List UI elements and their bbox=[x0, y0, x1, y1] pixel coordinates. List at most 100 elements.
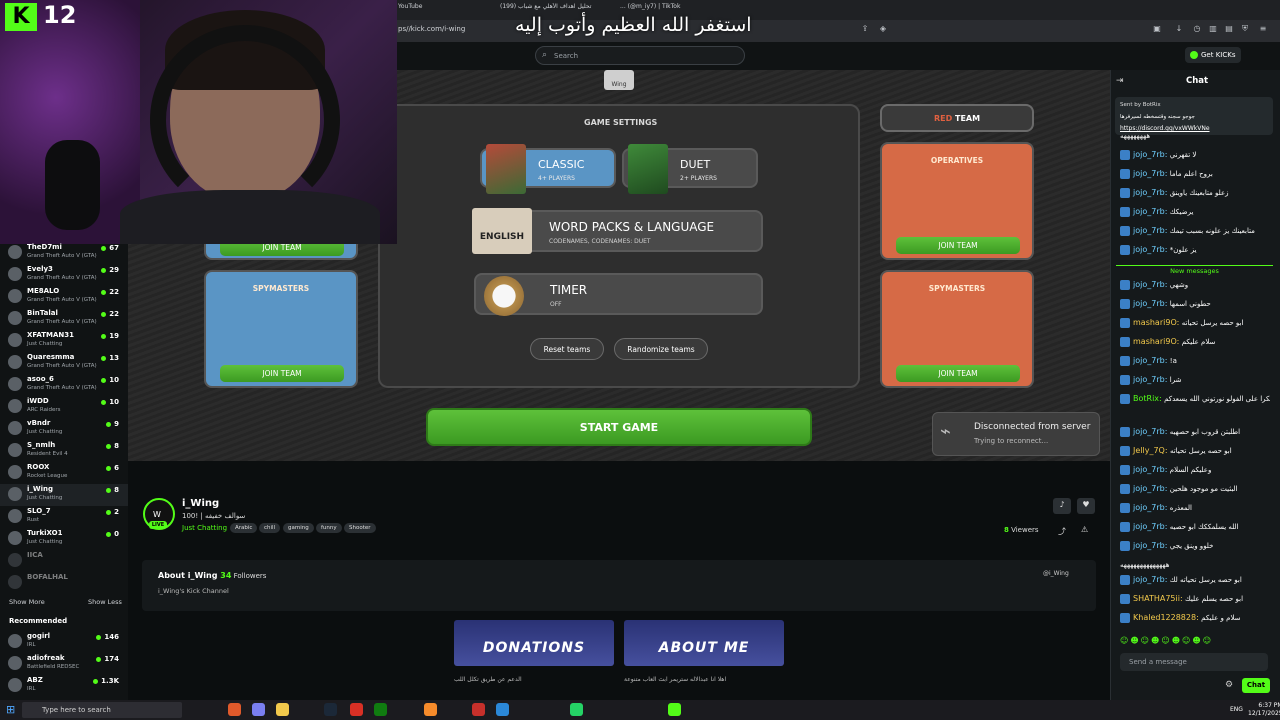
sidebar-channel[interactable]: TurkiXO1 Just Chatting 0 bbox=[0, 528, 128, 550]
chat-username[interactable]: jojo_7rb: bbox=[1133, 575, 1167, 584]
tag[interactable]: chill bbox=[259, 523, 281, 533]
get-kicks-button[interactable]: Get KICKs bbox=[1185, 47, 1241, 63]
sidebar-channel[interactable]: adiofreak Battlefield REDSEC 174 bbox=[0, 653, 128, 675]
folder-icon[interactable] bbox=[276, 703, 289, 716]
windows-start-icon[interactable]: ⊞ bbox=[6, 703, 15, 716]
show-less-button[interactable]: Show Less bbox=[88, 598, 122, 606]
chat-username[interactable]: Jelly_7Q: bbox=[1133, 446, 1168, 455]
chat-username[interactable]: jojo_7rb: bbox=[1133, 484, 1167, 493]
tab-tiktok[interactable]: ... (@m_iy7) | TikTok bbox=[620, 3, 710, 10]
sidebar-channel[interactable]: SLO_7 Rust 2 bbox=[0, 506, 128, 528]
chat-input[interactable]: Send a message bbox=[1120, 653, 1268, 671]
tag[interactable]: Arabic bbox=[230, 523, 258, 533]
sidebar-channel[interactable]: IICA bbox=[0, 550, 128, 572]
chat-username[interactable]: SHATHA75ii: bbox=[1133, 594, 1183, 603]
sidebar-channel[interactable]: TheD7mi Grand Theft Auto V (GTA) 67 bbox=[0, 242, 128, 264]
chat-send-button[interactable]: Chat bbox=[1242, 678, 1270, 693]
chat-username[interactable]: jojo_7rb: bbox=[1133, 188, 1167, 197]
start-game-button[interactable]: START GAME bbox=[426, 408, 812, 446]
heart-icon[interactable]: ♥ bbox=[1077, 498, 1095, 514]
sidebar-channel[interactable]: gogirl IRL 146 bbox=[0, 631, 128, 653]
tab-youtube[interactable]: YouTube bbox=[398, 3, 478, 10]
chat-username[interactable]: jojo_7rb: bbox=[1133, 522, 1167, 531]
extension-icon[interactable]: ▣ bbox=[1150, 24, 1164, 36]
history-icon[interactable]: ◷ bbox=[1190, 24, 1204, 36]
sidebar-channel[interactable]: BOFALHAL bbox=[0, 572, 128, 594]
brave-icon[interactable] bbox=[228, 703, 241, 716]
chat-username[interactable]: jojo_7rb: bbox=[1133, 465, 1167, 474]
tag[interactable]: Shooter bbox=[344, 523, 376, 533]
chat-username[interactable]: BotRix: bbox=[1133, 394, 1162, 403]
wallet-icon[interactable]: ▤ bbox=[1222, 24, 1236, 36]
share-icon[interactable]: ⤴ bbox=[1058, 526, 1066, 537]
chat-username[interactable]: jojo_7rb: bbox=[1133, 150, 1167, 159]
language-indicator[interactable]: ENG bbox=[1230, 706, 1243, 713]
sidebar-channel[interactable]: Quaresmma Grand Theft Auto V (GTA) 13 bbox=[0, 352, 128, 374]
stream-category[interactable]: Just Chatting bbox=[182, 524, 227, 532]
discord-icon[interactable] bbox=[252, 703, 265, 716]
emote-bar[interactable]: ☺☻☺☻☺☻☺☻☺ bbox=[1120, 636, 1213, 645]
youtube-link[interactable]: @i_Wing bbox=[1043, 570, 1069, 577]
red-operatives-join-button[interactable]: JOIN TEAM bbox=[896, 237, 1020, 254]
taskbar-search[interactable]: Type here to search bbox=[22, 702, 182, 718]
chat-username[interactable]: jojo_7rb: bbox=[1133, 226, 1167, 235]
sidebar-channel[interactable]: vBndr Just Chatting 9 bbox=[0, 418, 128, 440]
gear-icon[interactable]: ⚙ bbox=[1225, 680, 1233, 690]
search-input[interactable]: ⌕ Search bbox=[535, 46, 745, 65]
chat-username[interactable]: jojo_7rb: bbox=[1133, 280, 1167, 289]
sidebar-channel[interactable]: ME8ALO Grand Theft Auto V (GTA) 22 bbox=[0, 286, 128, 308]
kick-app-icon[interactable] bbox=[668, 703, 681, 716]
sidebar-channel[interactable]: i_Wing Just Chatting 8 bbox=[0, 484, 128, 506]
sidebar-channel[interactable]: ROOX Rocket League 6 bbox=[0, 462, 128, 484]
report-icon[interactable]: ⚠ bbox=[1081, 525, 1088, 534]
bell-icon[interactable]: ♪ bbox=[1053, 498, 1071, 514]
randomize-teams-button[interactable]: Randomize teams bbox=[614, 338, 708, 360]
blue-spymasters-join-button[interactable]: JOIN TEAM bbox=[220, 365, 344, 382]
chat-username[interactable]: jojo_7rb: bbox=[1133, 169, 1167, 178]
reset-teams-button[interactable]: Reset teams bbox=[530, 338, 604, 360]
url-text[interactable]: ps//kick.com/i-wing bbox=[398, 25, 465, 33]
chat-username[interactable]: jojo_7rb: bbox=[1133, 375, 1167, 384]
share-icon[interactable]: ⇪ bbox=[858, 24, 872, 36]
shield-icon[interactable]: ◈ bbox=[876, 24, 890, 36]
chat-username[interactable]: jojo_7rb: bbox=[1133, 503, 1167, 512]
chat-username[interactable]: jojo_7rb: bbox=[1133, 541, 1167, 550]
sidebar-channel[interactable]: asoo_6 Grand Theft Auto V (GTA) 10 bbox=[0, 374, 128, 396]
about-me-panel[interactable]: ABOUT ME bbox=[624, 620, 784, 666]
app-icon[interactable] bbox=[350, 703, 363, 716]
chat-username[interactable]: jojo_7rb: bbox=[1133, 356, 1167, 365]
chat-username[interactable]: Khaled1228828: bbox=[1133, 613, 1199, 622]
red-spymasters-join-button[interactable]: JOIN TEAM bbox=[896, 365, 1020, 382]
tab-video[interactable]: (199) تحليل اهداف الأهلي مع شباب bbox=[500, 3, 610, 10]
sidebar-icon[interactable]: ▥ bbox=[1206, 24, 1220, 36]
obs-icon[interactable] bbox=[472, 703, 485, 716]
download-icon[interactable]: ↓ bbox=[1172, 24, 1186, 36]
sidebar-channel[interactable]: BinTalal Grand Theft Auto V (GTA) 22 bbox=[0, 308, 128, 330]
show-more-button[interactable]: Show More bbox=[9, 598, 45, 606]
duet-mode-button[interactable]: DUET 2+ PLAYERS bbox=[622, 144, 758, 194]
chat-username[interactable]: mashari9O: bbox=[1133, 337, 1179, 346]
system-clock[interactable]: 6:37 PM12/17/2025 bbox=[1248, 702, 1280, 718]
classic-mode-button[interactable]: CLASSIC 4+ PLAYERS bbox=[480, 144, 616, 194]
menu-icon[interactable]: ≡ bbox=[1256, 24, 1270, 36]
chat-username[interactable]: jojo_7rb: bbox=[1133, 245, 1167, 254]
whatsapp-icon[interactable] bbox=[570, 703, 583, 716]
tag[interactable]: funny bbox=[316, 523, 342, 533]
sidebar-channel[interactable]: iWDD ARC Raiders 10 bbox=[0, 396, 128, 418]
collapse-chat-icon[interactable]: ⇥ bbox=[1116, 76, 1124, 86]
tag[interactable]: gaming bbox=[283, 523, 314, 533]
channel-name[interactable]: i_Wing bbox=[182, 498, 219, 509]
vlc-icon[interactable] bbox=[424, 703, 437, 716]
sidebar-channel[interactable]: XFATMAN31 Just Chatting 19 bbox=[0, 330, 128, 352]
chat-username[interactable]: jojo_7rb: bbox=[1133, 207, 1167, 216]
sidebar-channel[interactable]: ABZ IRL 1.3K bbox=[0, 675, 128, 697]
steam-icon[interactable] bbox=[324, 703, 337, 716]
sidebar-channel[interactable]: Evely3 Grand Theft Auto V (GTA) 29 bbox=[0, 264, 128, 286]
chat-username[interactable]: jojo_7rb: bbox=[1133, 299, 1167, 308]
vpn-icon[interactable]: ⛨ bbox=[1238, 24, 1252, 36]
xbox-icon[interactable] bbox=[374, 703, 387, 716]
edge-icon[interactable] bbox=[496, 703, 509, 716]
chat-username[interactable]: mashari9O: bbox=[1133, 318, 1179, 327]
sidebar-channel[interactable]: S_nmlh Resident Evil 4 8 bbox=[0, 440, 128, 462]
chat-username[interactable]: jojo_7rb: bbox=[1133, 427, 1167, 436]
